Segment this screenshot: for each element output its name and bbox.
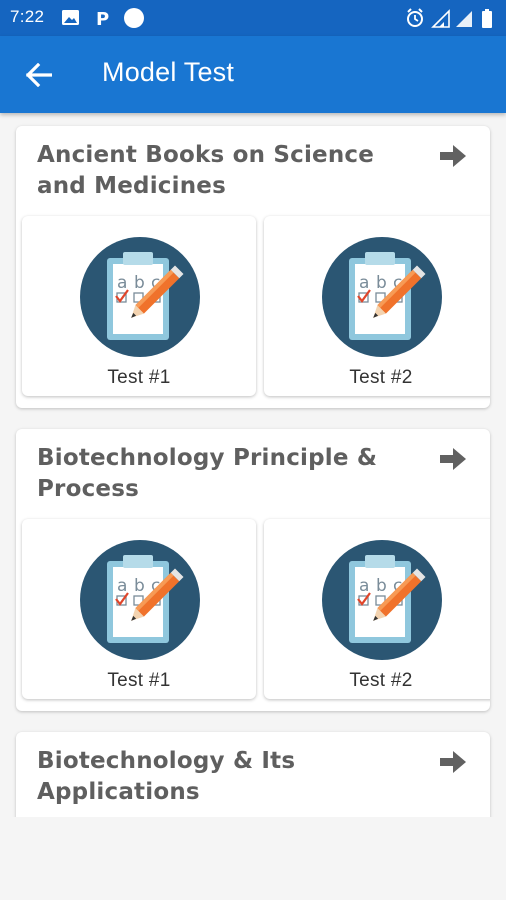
arrow-right-icon[interactable] — [440, 751, 466, 773]
test-label: Test #1 — [107, 367, 171, 388]
test-label: Test #1 — [107, 670, 171, 691]
signal-icon — [431, 9, 450, 28]
arrow-right-icon[interactable] — [440, 448, 466, 470]
content-list[interactable]: Ancient Books on Science and Medicines T… — [0, 113, 506, 817]
section-title: Ancient Books on Science and Medicines — [37, 142, 375, 199]
test-label: Test #2 — [349, 670, 413, 691]
signal-icon — [456, 11, 472, 27]
section-title: Biotechnology & Its Applications — [37, 748, 296, 805]
section-title: Biotechnology Principle & Process — [37, 445, 378, 502]
page-title: Model Test — [102, 57, 235, 87]
status-time: 7:22 — [10, 7, 45, 26]
status-left-icons: P — [62, 8, 152, 30]
test-clipboard-icon — [79, 539, 201, 661]
section-card: Biotechnology & Its Applications — [16, 732, 490, 817]
section-card: Ancient Books on Science and Medicines T… — [16, 126, 490, 408]
test-card[interactable]: Test #1 — [22, 216, 256, 396]
section-card: Biotechnology Principle & Process Test #… — [16, 429, 490, 711]
circle-icon — [124, 8, 144, 28]
battery-icon — [482, 9, 492, 28]
status-right-icons — [406, 8, 496, 28]
test-card[interactable]: Test #2 — [264, 519, 490, 699]
image-icon — [62, 10, 79, 25]
test-card[interactable]: Test #1 — [22, 519, 256, 699]
test-card[interactable]: Test #2 — [264, 216, 490, 396]
test-clipboard-icon — [321, 236, 443, 358]
bottom-blank-area — [0, 817, 506, 900]
alarm-icon — [407, 8, 423, 27]
test-label: Test #2 — [349, 367, 413, 388]
arrow-right-icon[interactable] — [440, 145, 466, 167]
test-clipboard-icon — [79, 236, 201, 358]
parking-icon: P — [96, 9, 109, 30]
arrow-back-icon — [26, 63, 52, 87]
test-clipboard-icon — [321, 539, 443, 661]
status-bar: 7:22 P — [0, 0, 506, 36]
svg-text:P: P — [96, 9, 109, 28]
app-bar: Model Test — [0, 36, 506, 113]
back-button[interactable] — [22, 58, 56, 92]
